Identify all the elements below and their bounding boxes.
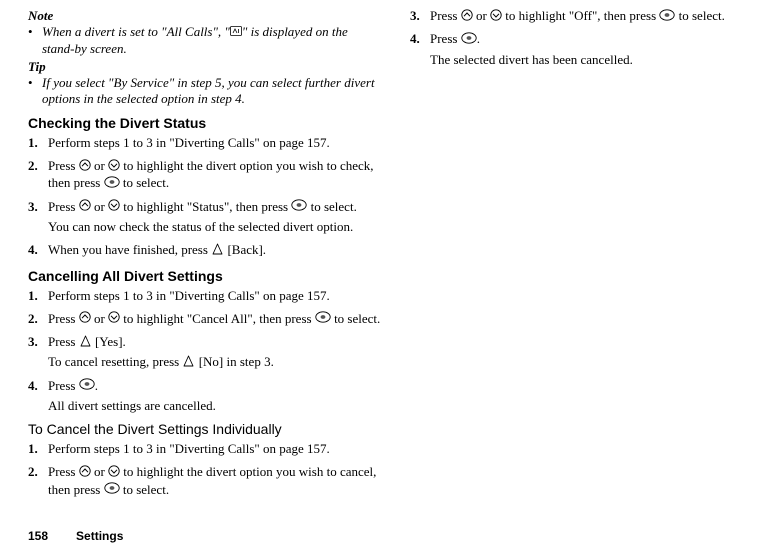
down-key-icon — [108, 465, 120, 482]
list-item: 4. Press . All divert settings are cance… — [28, 378, 382, 415]
center-key-icon — [315, 311, 331, 328]
step-text: to select. — [120, 175, 169, 190]
list-item: 4. When you have finished, press [Back]. — [28, 242, 382, 259]
down-key-icon — [108, 159, 120, 176]
step-text: Press — [430, 31, 461, 46]
step-number: 2. — [28, 311, 48, 328]
step-text: to select. — [120, 482, 169, 497]
soft-key-icon — [211, 243, 224, 260]
list-item: 3. Press [Yes]. To cancel resetting, pre… — [28, 334, 382, 372]
step-text: to highlight "Status", then press — [120, 199, 291, 214]
step-text: or — [91, 464, 108, 479]
step-number: 1. — [28, 441, 48, 458]
tip-heading: Tip — [28, 59, 382, 75]
list-item: 2. Press or to highlight "Cancel All", t… — [28, 311, 382, 328]
step-text: to highlight "Off", then press — [502, 8, 659, 23]
down-key-icon — [108, 311, 120, 328]
step-note: All divert settings are cancelled. — [48, 398, 216, 415]
note-heading: Note — [28, 8, 382, 24]
step-text: Press — [48, 158, 79, 173]
step-text: to select. — [331, 311, 380, 326]
page-footer: 158 Settings — [28, 529, 123, 543]
step-number: 1. — [28, 288, 48, 305]
step-note: The selected divert has been cancelled. — [430, 52, 633, 69]
center-key-icon — [79, 378, 95, 395]
checking-heading: Checking the Divert Status — [28, 115, 382, 131]
list-item: 3. Press or to highlight "Off", then pre… — [410, 8, 764, 25]
bullet-dot: • — [28, 24, 42, 57]
step-number: 2. — [28, 464, 48, 499]
divert-indicator-icon — [230, 24, 242, 40]
step-text: Perform steps 1 to 3 in "Diverting Calls… — [48, 441, 330, 458]
step-text: or — [91, 199, 108, 214]
list-item: 4. Press . The selected divert has been … — [410, 31, 764, 68]
step-text: to select. — [307, 199, 356, 214]
list-item: 1. Perform steps 1 to 3 in "Diverting Ca… — [28, 135, 382, 152]
page-number: 158 — [28, 529, 48, 543]
up-key-icon — [79, 311, 91, 328]
cancel-individual-heading: To Cancel the Divert Settings Individual… — [28, 421, 382, 437]
center-key-icon — [291, 199, 307, 216]
step-text: or — [473, 8, 490, 23]
list-item: 1. Perform steps 1 to 3 in "Diverting Ca… — [28, 441, 382, 458]
down-key-icon — [490, 9, 502, 26]
step-number: 3. — [410, 8, 430, 25]
list-item: 3. Press or to highlight "Status", then … — [28, 199, 382, 236]
step-number: 4. — [28, 378, 48, 415]
step-number: 4. — [28, 242, 48, 259]
center-key-icon — [461, 32, 477, 49]
step-number: 1. — [28, 135, 48, 152]
step-text: Perform steps 1 to 3 in "Diverting Calls… — [48, 135, 330, 152]
up-key-icon — [79, 465, 91, 482]
step-note: To cancel resetting, press — [48, 354, 182, 369]
step-text: to highlight "Cancel All", then press — [120, 311, 315, 326]
step-text: Press — [48, 311, 79, 326]
step-text: Press — [48, 464, 79, 479]
list-item: 2. Press or to highlight the divert opti… — [28, 158, 382, 193]
step-text: [Back]. — [224, 242, 266, 257]
step-number: 3. — [28, 334, 48, 372]
step-text: . — [477, 31, 480, 46]
center-key-icon — [659, 9, 675, 26]
step-text: Press — [48, 199, 79, 214]
step-text: [Yes]. — [92, 334, 126, 349]
list-item: 1. Perform steps 1 to 3 in "Diverting Ca… — [28, 288, 382, 305]
up-key-icon — [79, 199, 91, 216]
down-key-icon — [108, 199, 120, 216]
step-number: 3. — [28, 199, 48, 236]
step-text: Press — [430, 8, 461, 23]
step-text: When you have finished, press — [48, 242, 211, 257]
bullet-dot: • — [28, 75, 42, 108]
step-text: Press — [48, 378, 79, 393]
cancel-all-heading: Cancelling All Divert Settings — [28, 268, 382, 284]
up-key-icon — [79, 159, 91, 176]
footer-label: Settings — [76, 529, 123, 543]
soft-key-icon — [182, 355, 195, 372]
step-text: or — [91, 158, 108, 173]
step-number: 4. — [410, 31, 430, 68]
step-text: Perform steps 1 to 3 in "Diverting Calls… — [48, 288, 330, 305]
tip-bullet: • If you select "By Service" in step 5, … — [28, 75, 382, 108]
note-text-a: When a divert is set to "All Calls", " — [42, 24, 230, 39]
tip-text: If you select "By Service" in step 5, yo… — [42, 75, 382, 108]
step-note: [No] in step 3. — [195, 354, 273, 369]
step-number: 2. — [28, 158, 48, 193]
step-text: . — [95, 378, 98, 393]
list-item: 2. Press or to highlight the divert opti… — [28, 464, 382, 499]
center-key-icon — [104, 176, 120, 193]
step-text: or — [91, 311, 108, 326]
step-text: Press — [48, 334, 79, 349]
soft-key-icon — [79, 335, 92, 352]
note-bullet: • When a divert is set to "All Calls", "… — [28, 24, 382, 57]
step-text: to select. — [675, 8, 724, 23]
step-note: You can now check the status of the sele… — [48, 219, 357, 236]
up-key-icon — [461, 9, 473, 26]
center-key-icon — [104, 482, 120, 499]
